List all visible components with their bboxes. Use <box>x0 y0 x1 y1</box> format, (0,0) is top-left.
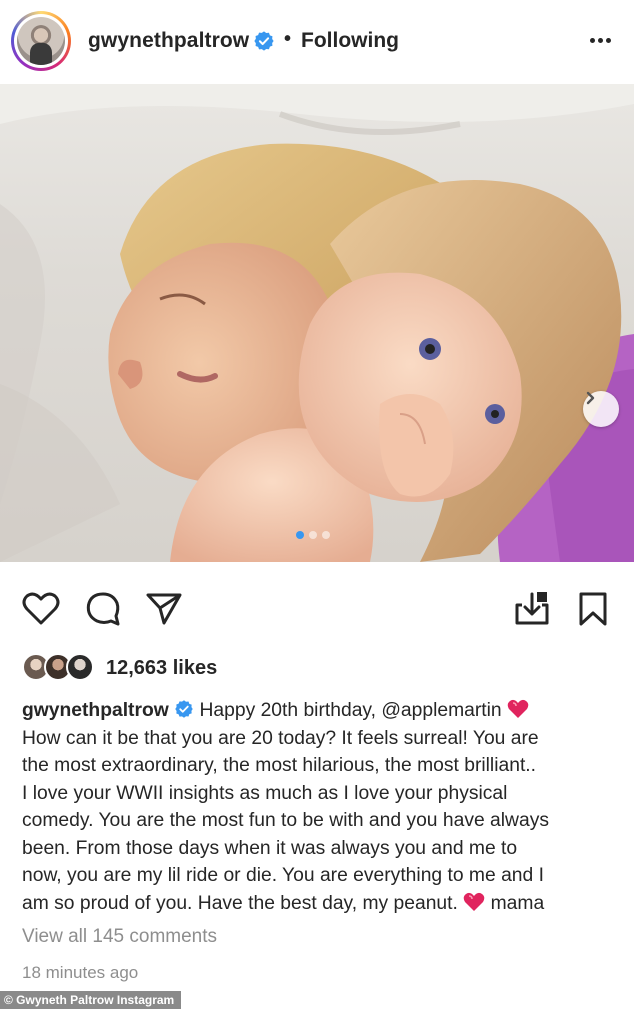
comment-bubble-icon[interactable] <box>85 591 121 627</box>
caption-text-line: been. From those days when it was always… <box>22 837 518 859</box>
carousel-dot <box>309 531 317 539</box>
likes-count[interactable]: 12,663 likes <box>106 657 217 680</box>
avatar <box>66 653 94 681</box>
heart-outline-icon[interactable] <box>22 592 60 626</box>
caption-text-line: the most extraordinary, the most hilario… <box>22 755 537 776</box>
paper-plane-icon[interactable] <box>146 592 182 626</box>
carousel-dot <box>296 531 304 539</box>
following-button[interactable]: Following <box>301 29 399 53</box>
verified-badge-icon <box>253 30 275 52</box>
view-all-comments-link[interactable]: View all 145 comments <box>22 926 217 948</box>
carousel-indicator <box>296 531 330 539</box>
post-username[interactable]: gwynethpaltrow <box>88 29 249 53</box>
caption-text-line: How can it be that you are 20 today? It … <box>22 727 539 749</box>
post-caption: gwynethpaltrow Happy 20th birthday, @app… <box>22 697 622 917</box>
verified-badge-icon <box>174 699 194 719</box>
avatar-image <box>17 17 65 65</box>
caption-text-line: I love your WWII insights as much as I l… <box>22 782 508 804</box>
bookmark-icon[interactable] <box>578 591 608 627</box>
more-horizontal-icon[interactable] <box>586 26 614 54</box>
liked-by-avatars[interactable] <box>22 653 102 683</box>
carousel-dot <box>322 531 330 539</box>
caption-text-line: Happy 20th birthday, @applemartin <box>199 700 502 721</box>
caption-signoff: mama <box>490 892 545 914</box>
download-icon[interactable] <box>514 590 550 626</box>
post-header: gwynethpaltrow • Following <box>0 0 634 84</box>
post-timestamp: 18 minutes ago <box>22 963 139 982</box>
profile-avatar[interactable] <box>11 11 71 71</box>
caption-text-line: am so proud of you. Have the best day, m… <box>22 892 458 914</box>
post-image[interactable] <box>0 84 634 562</box>
photo-credit: © Gwyneth Paltrow Instagram <box>0 991 182 1009</box>
heart-emoji-icon <box>463 892 485 912</box>
caption-username[interactable]: gwynethpaltrow <box>22 700 169 721</box>
heart-emoji-icon <box>507 699 529 719</box>
next-slide-button[interactable] <box>583 391 619 427</box>
caption-text-line: now, you are my lil ride or die. You are… <box>22 865 544 886</box>
separator-dot: • <box>284 28 292 50</box>
caption-text-line: comedy. You are the most fun to be with … <box>22 810 549 831</box>
